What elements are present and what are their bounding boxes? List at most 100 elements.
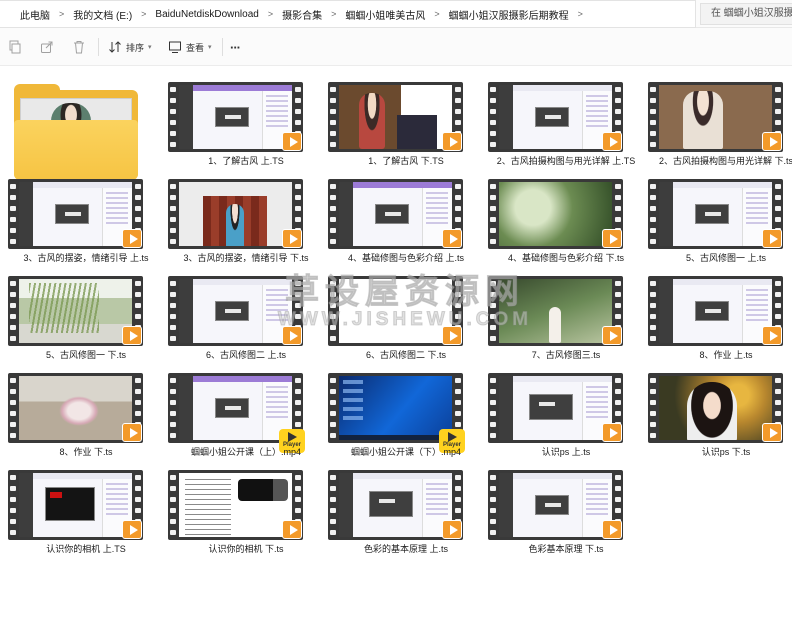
folder-item[interactable]: MP4格式 bbox=[6, 74, 166, 222]
file-name: 1、了解古风 上.TS bbox=[208, 156, 284, 166]
file-item[interactable]: 色彩基本原理 下.ts bbox=[486, 462, 646, 559]
play-badge-icon bbox=[762, 132, 782, 151]
play-badge-icon bbox=[442, 132, 462, 151]
file-item[interactable]: 4、基础修图与色彩介绍 下.ts bbox=[486, 171, 646, 268]
play-badge-icon bbox=[602, 326, 622, 345]
more-options-button[interactable]: ··· bbox=[230, 39, 241, 55]
view-label: 查看 bbox=[186, 42, 205, 53]
copy-icon bbox=[9, 40, 21, 54]
file-item[interactable]: Player 蝈蝈小姐公开课（下）.mp4 bbox=[326, 365, 486, 462]
play-badge-icon bbox=[122, 520, 142, 539]
file-item[interactable]: 3、古风的摆姿，情绪引导 上.ts bbox=[6, 171, 166, 268]
file-name: 认识你的相机 上.TS bbox=[46, 544, 126, 554]
play-badge-icon bbox=[122, 423, 142, 442]
sort-label: 排序 bbox=[126, 42, 145, 53]
file-item[interactable]: 1、了解古风 上.TS bbox=[166, 74, 326, 171]
file-name: 6、古风修图二 上.ts bbox=[205, 350, 286, 360]
file-item[interactable]: 2、古风拍摄构图与用光详解 上.TS bbox=[486, 74, 646, 171]
file-name: 蝈蝈小姐公开课（下）.mp4 bbox=[350, 447, 461, 457]
file-name: 4、基础修图与色彩介绍 上.ts bbox=[347, 253, 464, 263]
file-name: 3、古风的摆姿，情绪引导 下.ts bbox=[183, 253, 309, 263]
file-name: 5、古风修图一 上.ts bbox=[685, 253, 766, 263]
file-item[interactable]: 5、古风修图一 下.ts bbox=[6, 268, 166, 365]
file-name: 3、古风的摆姿，情绪引导 上.ts bbox=[23, 253, 149, 263]
file-item[interactable]: 8、作业 上.ts bbox=[646, 268, 792, 365]
chevron-down-icon: ▾ bbox=[148, 44, 152, 51]
play-badge-icon bbox=[122, 229, 142, 248]
file-name: 色彩基本原理 下.ts bbox=[528, 544, 604, 554]
file-name: 6、古风修图二 下.ts bbox=[365, 350, 446, 360]
file-item[interactable]: 4、基础修图与色彩介绍 上.ts bbox=[326, 171, 486, 268]
chevron-right-icon: > bbox=[434, 9, 440, 19]
file-name: 8、作业 下.ts bbox=[59, 447, 113, 457]
file-item[interactable]: 2、古风拍摄构图与用光详解 下.ts bbox=[646, 74, 792, 171]
trash-icon bbox=[74, 41, 84, 54]
play-badge-icon bbox=[442, 229, 462, 248]
play-badge-icon bbox=[602, 520, 622, 539]
file-name: 1、了解古风 下.TS bbox=[368, 156, 444, 166]
chevron-right-icon: > bbox=[267, 9, 274, 19]
chevron-right-icon: > bbox=[331, 9, 337, 19]
breadcrumb-this-pc[interactable]: 此电脑 bbox=[20, 7, 50, 22]
file-item[interactable]: 色彩的基本原理 上.ts bbox=[326, 462, 486, 559]
play-badge-icon bbox=[602, 132, 622, 151]
play-badge-icon bbox=[442, 520, 462, 539]
file-item[interactable]: 认识ps 下.ts bbox=[646, 365, 792, 462]
search-input[interactable]: 在 蝈蝈小姐汉服摄影后 bbox=[700, 3, 792, 25]
delete-button[interactable] bbox=[72, 39, 86, 55]
play-badge-icon bbox=[282, 229, 302, 248]
play-badge-icon bbox=[282, 326, 302, 345]
breadcrumb-baidu[interactable]: BaiduNetdiskDownload bbox=[155, 9, 258, 20]
file-item[interactable]: 3、古风的摆姿，情绪引导 下.ts bbox=[166, 171, 326, 268]
file-grid: MP4格式 1、了解古风 上.TS 1、了解古风 下.TS 2、古风拍摄构图与用光详解… bbox=[6, 74, 792, 559]
copy-button[interactable] bbox=[8, 39, 22, 55]
file-item[interactable]: 8、作业 下.ts bbox=[6, 365, 166, 462]
file-item[interactable]: 6、古风修图二 下.ts bbox=[326, 268, 486, 365]
chevron-right-icon: > bbox=[141, 9, 147, 19]
breadcrumb[interactable]: 此电脑 > 我的文档 (E:) > BaiduNetdiskDownload >… bbox=[0, 0, 696, 28]
breadcrumb-drive[interactable]: 我的文档 (E:) bbox=[73, 7, 132, 22]
file-name: 2、古风拍摄构图与用光详解 上.TS bbox=[496, 156, 636, 166]
share-icon bbox=[41, 41, 53, 53]
file-item[interactable]: 认识你的相机 上.TS bbox=[6, 462, 166, 559]
chevron-right-icon: > bbox=[59, 9, 65, 19]
share-button[interactable] bbox=[40, 39, 54, 55]
file-item[interactable]: 6、古风修图二 上.ts bbox=[166, 268, 326, 365]
view-button[interactable]: 查看 ▾ bbox=[168, 39, 212, 55]
file-name: 4、基础修图与色彩介绍 下.ts bbox=[507, 253, 624, 263]
file-name: 7、古风修图三.ts bbox=[531, 350, 601, 360]
file-item[interactable]: 认识ps 上.ts bbox=[486, 365, 646, 462]
play-badge-icon bbox=[282, 132, 302, 151]
command-bar: 排序 ▾ 查看 ▾ ··· bbox=[0, 28, 792, 66]
play-badge-icon bbox=[602, 423, 622, 442]
file-item[interactable]: 1、了解古风 下.TS bbox=[326, 74, 486, 171]
breadcrumb-current-folder[interactable]: 蝈蝈小姐汉服摄影后期教程 bbox=[449, 7, 569, 22]
chevron-down-icon: ▾ bbox=[208, 44, 212, 51]
play-badge-icon bbox=[762, 423, 782, 442]
play-badge-icon bbox=[442, 326, 462, 345]
folder-icon bbox=[14, 84, 138, 184]
file-name: 认识ps 下.ts bbox=[701, 447, 751, 457]
address-bar: 此电脑 > 我的文档 (E:) > BaiduNetdiskDownload >… bbox=[0, 0, 792, 28]
play-badge-icon bbox=[602, 229, 622, 248]
file-item[interactable]: 7、古风修图三.ts bbox=[486, 268, 646, 365]
breadcrumb-photo-collection[interactable]: 摄影合集 bbox=[282, 7, 322, 22]
file-name: 5、古风修图一 下.ts bbox=[45, 350, 126, 360]
play-badge-icon bbox=[762, 326, 782, 345]
breadcrumb-album[interactable]: 蝈蝈小姐唯美古风 bbox=[345, 7, 425, 22]
toolbar-divider bbox=[98, 38, 99, 56]
play-badge-icon bbox=[762, 229, 782, 248]
file-name: 认识ps 上.ts bbox=[541, 447, 591, 457]
file-item[interactable]: 5、古风修图一 上.ts bbox=[646, 171, 792, 268]
file-name: 2、古风拍摄构图与用光详解 下.ts bbox=[658, 156, 792, 166]
file-name: 认识你的相机 下.ts bbox=[208, 544, 284, 554]
file-item[interactable]: 认识你的相机 下.ts bbox=[166, 462, 326, 559]
toolbar-divider bbox=[222, 38, 223, 56]
file-name: 8、作业 上.ts bbox=[699, 350, 753, 360]
file-name: 蝈蝈小姐公开课（上）.mp4 bbox=[190, 447, 301, 457]
sort-button[interactable]: 排序 ▾ bbox=[108, 39, 152, 55]
sort-icon bbox=[109, 41, 121, 53]
file-name: 色彩的基本原理 上.ts bbox=[363, 544, 448, 554]
file-item[interactable]: Player 蝈蝈小姐公开课（上）.mp4 bbox=[166, 365, 326, 462]
chevron-right-icon: > bbox=[577, 9, 583, 19]
